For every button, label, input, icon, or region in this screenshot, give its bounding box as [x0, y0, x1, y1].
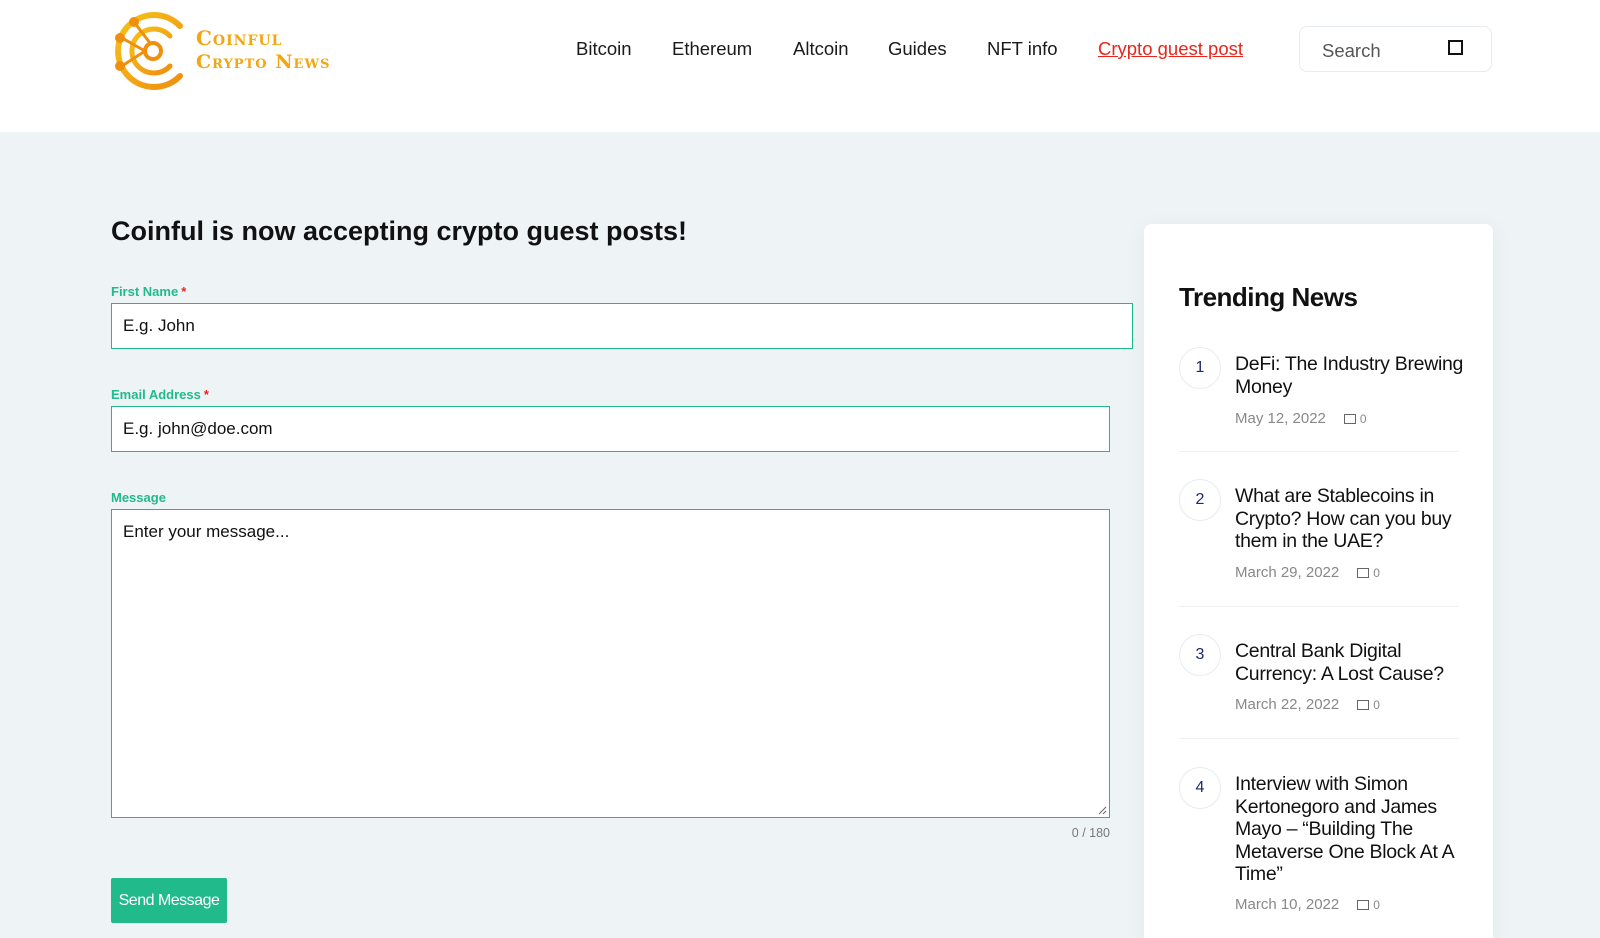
- email-field: [111, 406, 1110, 452]
- divider: [1179, 451, 1459, 452]
- search-icon[interactable]: [1448, 40, 1463, 55]
- comment-icon: [1357, 568, 1370, 578]
- divider: [1179, 606, 1459, 607]
- nav-item-nft-info[interactable]: NFT info: [987, 36, 1058, 62]
- trending-item[interactable]: 3 Central Bank Digital Currency: A Lost …: [1179, 634, 1459, 734]
- trending-item[interactable]: 2 What are Stablecoins in Crypto? How ca…: [1179, 479, 1459, 609]
- trending-item[interactable]: 1 DeFi: The Industry Brewing Money May 1…: [1179, 347, 1463, 447]
- trending-item-date: March 29, 2022: [1235, 564, 1340, 581]
- trending-rank: 3: [1179, 634, 1221, 676]
- trending-item-meta: March 22, 2022 0: [1235, 696, 1380, 713]
- nav-item-altcoin[interactable]: Altcoin: [793, 36, 849, 62]
- email-label-text: Email Address: [111, 387, 201, 402]
- page-title: Coinful is now accepting crypto guest po…: [111, 216, 688, 246]
- comment-icon: [1343, 414, 1356, 424]
- first-name-label: First Name *: [111, 284, 186, 299]
- trending-item-meta: March 10, 2022 0: [1235, 896, 1380, 913]
- email-label: Email Address *: [111, 387, 209, 402]
- trending-item-meta: March 29, 2022 0: [1235, 564, 1380, 581]
- nav-item-guides[interactable]: Guides: [888, 36, 947, 62]
- search-input[interactable]: [1322, 39, 1442, 63]
- send-message-button[interactable]: Send Message: [111, 878, 227, 923]
- first-name-field: [111, 303, 1133, 349]
- trending-item-date: March 10, 2022: [1235, 896, 1340, 913]
- character-counter: 0 / 180: [1071, 826, 1110, 840]
- message-textarea[interactable]: [123, 522, 1098, 805]
- divider: [1179, 738, 1459, 739]
- message-label: Message: [111, 490, 166, 505]
- trending-item[interactable]: 4 Interview with Simon Kertonegoro and J…: [1179, 767, 1459, 927]
- comment-count: 0: [1359, 412, 1367, 426]
- nav-item-ethereum[interactable]: Ethereum: [672, 36, 752, 62]
- message-label-text: Message: [111, 490, 166, 505]
- trending-item-meta: May 12, 2022 0: [1235, 410, 1367, 427]
- comment-count: 0: [1373, 698, 1380, 712]
- resize-handle-icon[interactable]: [1097, 805, 1107, 815]
- trending-item-date: May 12, 2022: [1235, 410, 1326, 427]
- trending-rank: 1: [1179, 347, 1221, 389]
- trending-rank: 2: [1179, 479, 1221, 521]
- comment-icon: [1357, 900, 1370, 910]
- nav-item-crypto-guest-post[interactable]: Crypto guest post: [1098, 36, 1243, 62]
- trending-news-title: Trending News: [1179, 282, 1358, 312]
- message-field: [111, 509, 1110, 818]
- nav-item-bitcoin[interactable]: Bitcoin: [576, 36, 632, 62]
- trending-item-date: March 22, 2022: [1235, 696, 1340, 713]
- trending-rank: 4: [1179, 767, 1221, 809]
- search-box: [1299, 26, 1492, 72]
- email-input[interactable]: [123, 407, 1098, 451]
- trending-item-title[interactable]: DeFi: The Industry Brewing Money: [1235, 353, 1465, 398]
- required-mark: *: [203, 387, 209, 402]
- comment-count: 0: [1373, 566, 1380, 580]
- site-header: Coinful Crypto News Bitcoin Ethereum Alt…: [0, 0, 1600, 132]
- trending-item-title[interactable]: What are Stablecoins in Crypto? How can …: [1235, 485, 1465, 553]
- required-mark: *: [181, 284, 187, 299]
- trending-news-panel: Trending News 1 DeFi: The Industry Brewi…: [1144, 224, 1493, 938]
- comment-count: 0: [1373, 898, 1380, 912]
- comment-icon: [1357, 700, 1370, 710]
- trending-item-title[interactable]: Central Bank Digital Currency: A Lost Ca…: [1235, 640, 1465, 685]
- first-name-input[interactable]: [123, 304, 1121, 348]
- first-name-label-text: First Name: [111, 284, 179, 299]
- trending-item-title[interactable]: Interview with Simon Kertonegoro and Jam…: [1235, 773, 1465, 886]
